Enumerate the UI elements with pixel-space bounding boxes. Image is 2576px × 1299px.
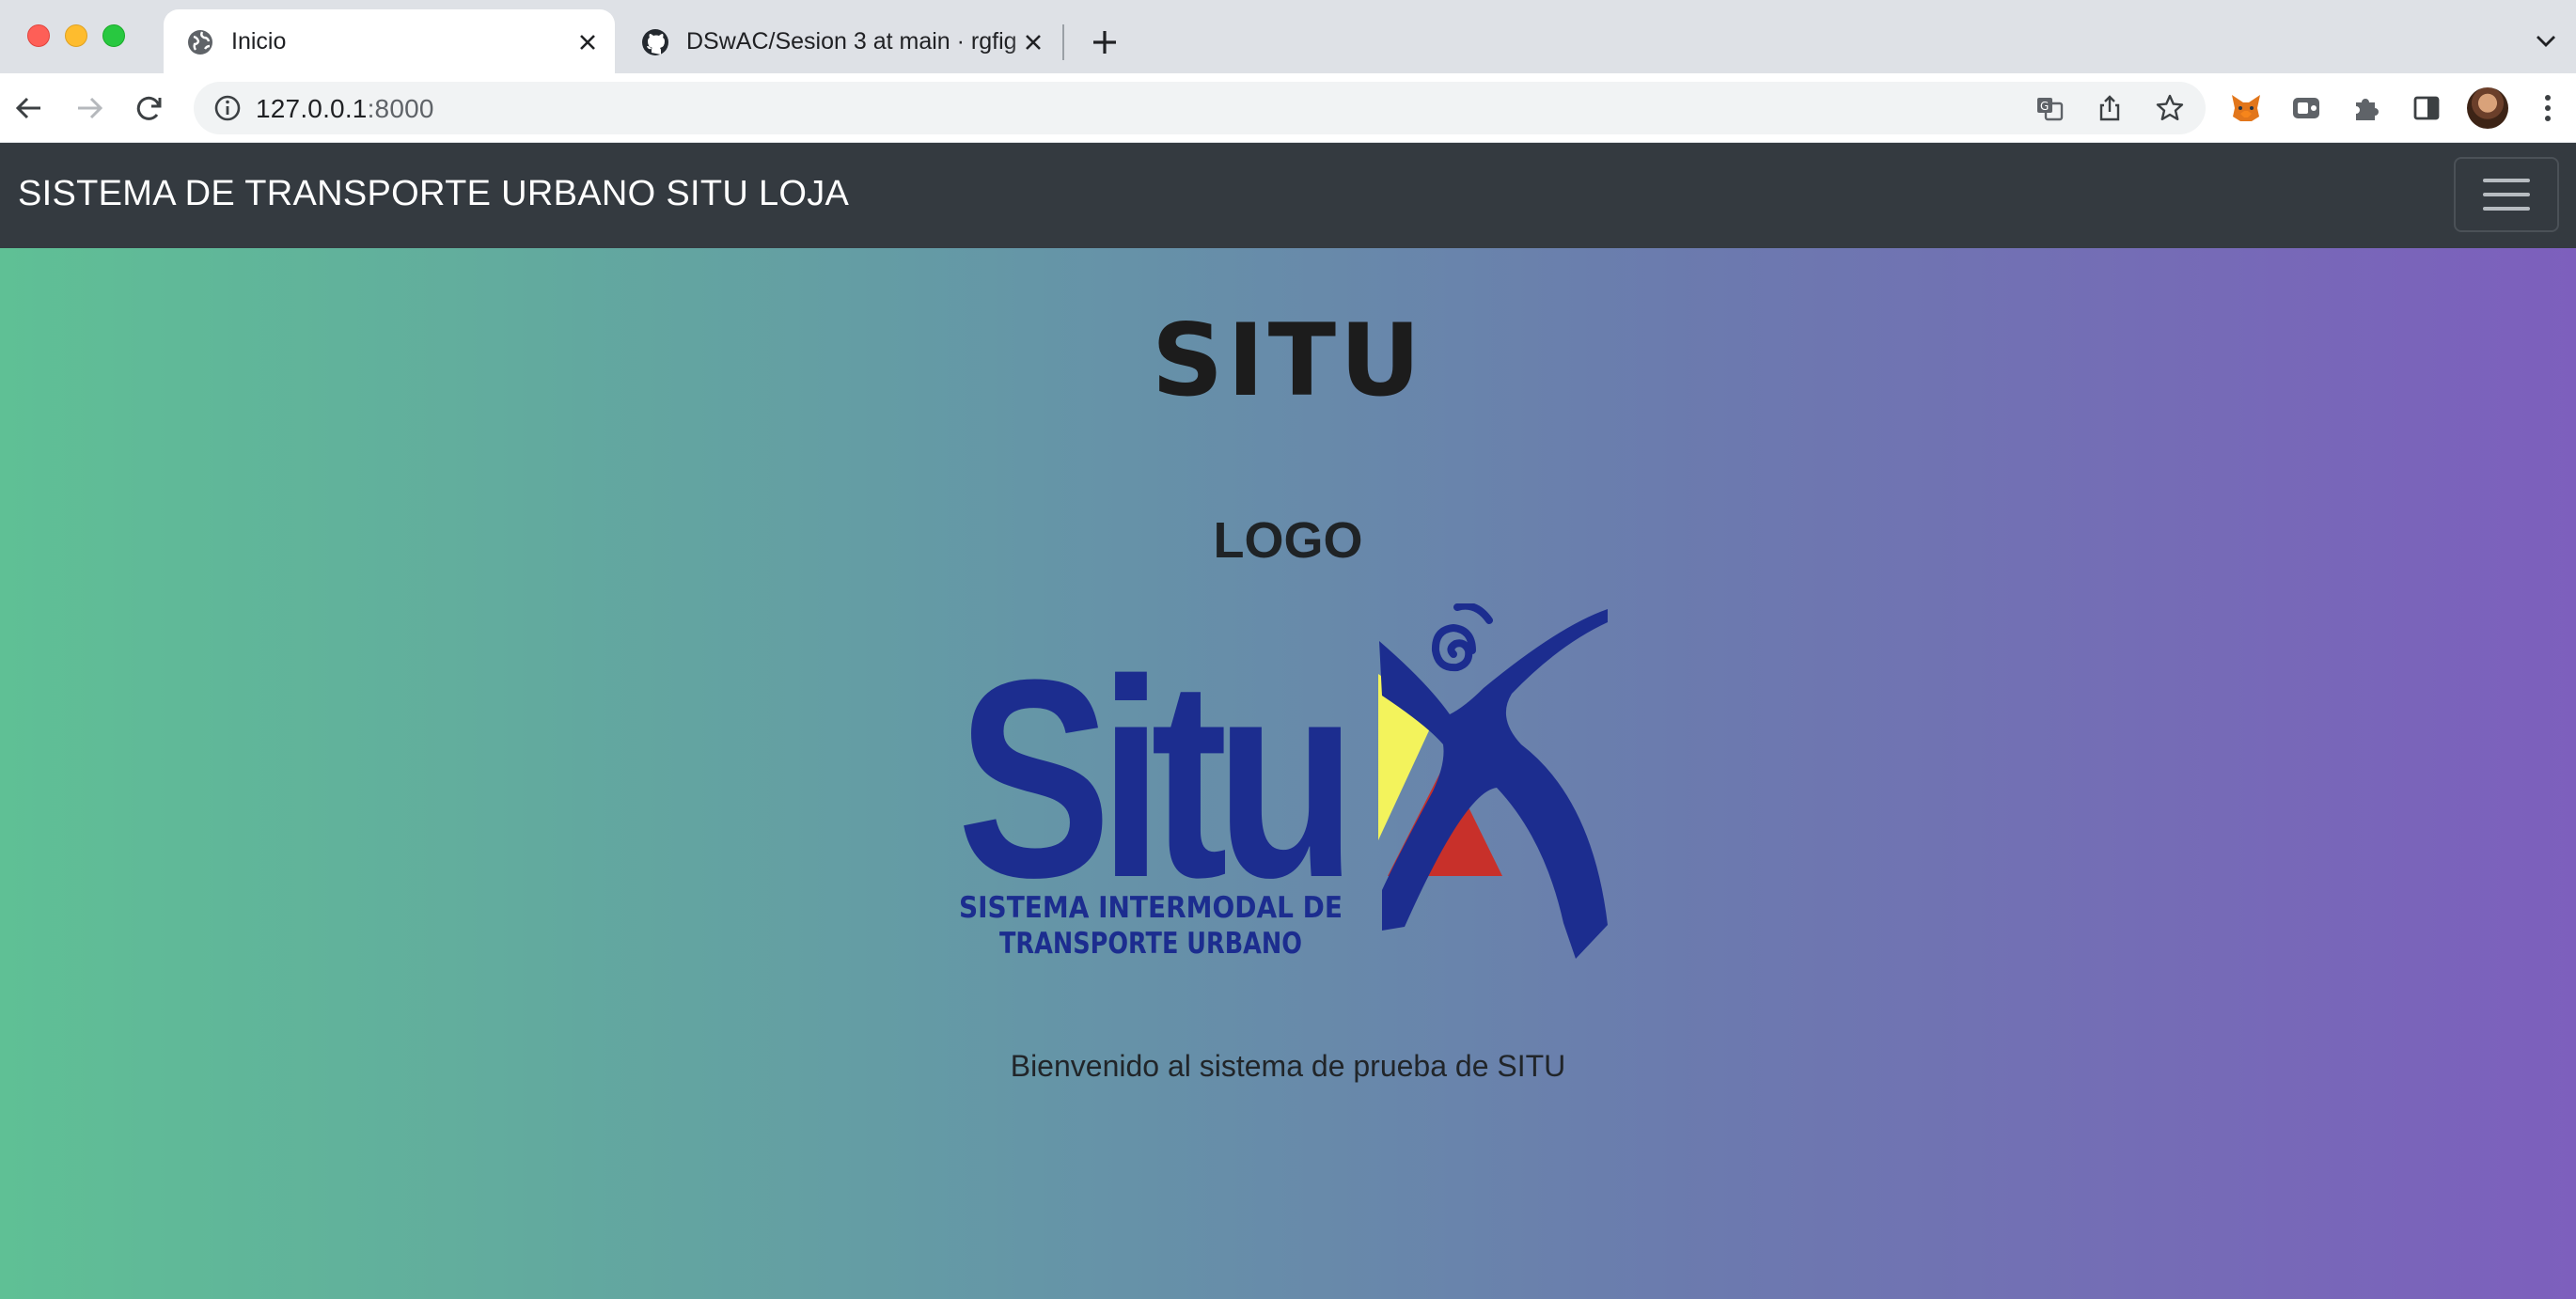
- tab-close-button[interactable]: [1019, 28, 1047, 56]
- arrow-right-icon: [78, 97, 103, 119]
- metamask-extension-icon[interactable]: [2227, 89, 2265, 127]
- url-text: 127.0.0.1:8000: [256, 94, 434, 123]
- more-menu-icon[interactable]: [2529, 89, 2567, 127]
- side-panel-icon[interactable]: [2408, 89, 2445, 127]
- navbar-brand[interactable]: SISTEMA DE TRANSPORTE URBANO SITU LOJA: [18, 174, 849, 214]
- info-icon[interactable]: [212, 93, 243, 123]
- tab-close-button[interactable]: [573, 28, 602, 56]
- tab-inicio[interactable]: Inicio: [164, 9, 615, 73]
- tab-title: Inicio: [231, 28, 287, 55]
- browser-tab-strip: Inicio DSwAC/Sesion 3 at main · rgfig: [0, 0, 2576, 73]
- page-body: SISTEMA DE TRANSPORTE URBANO SITU LOJA S…: [0, 143, 2576, 1299]
- github-icon: [642, 29, 668, 55]
- plus-icon: [1093, 31, 1116, 54]
- forward-button[interactable]: [70, 88, 109, 128]
- puzzle-extensions-icon[interactable]: [2348, 89, 2385, 127]
- reload-button[interactable]: [130, 88, 169, 128]
- close-icon: [1026, 35, 1041, 50]
- maximize-window-button[interactable]: [102, 24, 125, 47]
- new-tab-button[interactable]: [1085, 23, 1124, 62]
- logo-tagline-line2: TRANSPORTE URBANO: [999, 927, 1302, 961]
- close-icon: [580, 35, 595, 50]
- arrow-left-icon: [15, 97, 40, 119]
- back-button[interactable]: [9, 88, 49, 128]
- hamburger-menu-icon: [2483, 179, 2530, 182]
- navbar: SISTEMA DE TRANSPORTE URBANO SITU LOJA: [0, 143, 2576, 248]
- share-icon[interactable]: [2093, 91, 2127, 125]
- tab-separator: [1062, 24, 1064, 60]
- logo-tagline-line1: SISTEMA INTERMODAL DE: [959, 891, 1343, 925]
- chevron-down-icon: [2537, 36, 2555, 47]
- translate-icon[interactable]: G: [2033, 91, 2066, 125]
- situ-logo: Situ SISTEMA INTERMODAL DE TRANSPORTE UR…: [957, 602, 1615, 998]
- page-title: SITU: [1151, 303, 1425, 418]
- navbar-toggler-button[interactable]: [2454, 157, 2559, 232]
- welcome-text: Bienvenido al sistema de prueba de SITU: [1010, 1049, 1566, 1083]
- profile-avatar[interactable]: [2467, 87, 2508, 129]
- tab-github[interactable]: DSwAC/Sesion 3 at main · rgfig: [619, 9, 1060, 73]
- extension-icon[interactable]: [2287, 89, 2325, 127]
- close-window-button[interactable]: [27, 24, 50, 47]
- tab-search-button[interactable]: [2529, 24, 2563, 58]
- browser-toolbar: 127.0.0.1:8000 G: [0, 73, 2576, 143]
- bookmark-star-icon[interactable]: [2153, 91, 2187, 125]
- reload-icon: [136, 96, 162, 120]
- logo-wordmark: Situ: [957, 620, 1344, 936]
- svg-text:G: G: [2040, 100, 2049, 113]
- address-bar[interactable]: 127.0.0.1:8000 G: [194, 82, 2206, 134]
- globe-icon: [188, 30, 212, 55]
- minimize-window-button[interactable]: [65, 24, 87, 47]
- logo-heading: LOGO: [1213, 512, 1363, 569]
- tab-title: DSwAC/Sesion 3 at main · rgfig: [686, 28, 1017, 55]
